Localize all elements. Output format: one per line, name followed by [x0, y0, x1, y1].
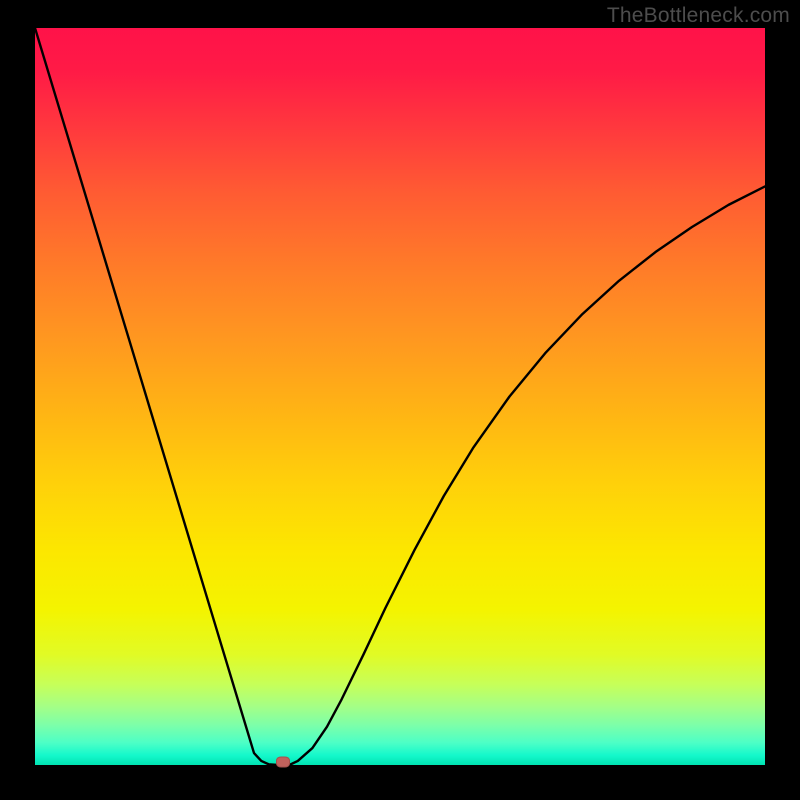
- minimum-marker-icon: [276, 757, 290, 768]
- chart-stage: TheBottleneck.com: [0, 0, 800, 800]
- bottleneck-curve-svg: [35, 28, 765, 765]
- curve-left-branch: [35, 28, 283, 765]
- curve-right-branch: [283, 186, 765, 765]
- plot-area: [35, 28, 765, 765]
- watermark-text: TheBottleneck.com: [607, 4, 790, 28]
